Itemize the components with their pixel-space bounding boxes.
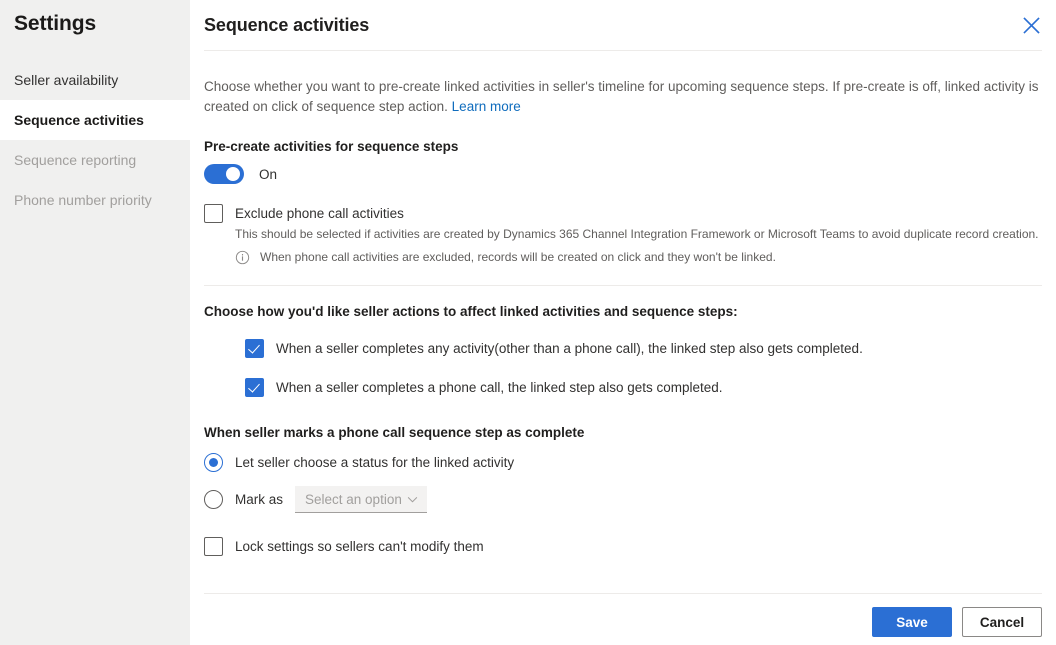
precreate-section-label: Pre-create activities for sequence steps bbox=[204, 139, 459, 154]
radio-let-seller-choose[interactable] bbox=[204, 453, 223, 472]
precreate-toggle-row: On bbox=[204, 164, 1042, 184]
radio-let-seller-choose-row: Let seller choose a status for the linke… bbox=[204, 453, 1042, 472]
panel-description: Choose whether you want to pre-create li… bbox=[204, 51, 1042, 117]
seller-action-option-phone-call-label: When a seller completes a phone call, th… bbox=[276, 380, 723, 395]
settings-main-panel: Sequence activities Choose whether you w… bbox=[190, 0, 1056, 645]
page-title: Sequence activities bbox=[204, 14, 370, 35]
lock-settings-checkbox[interactable] bbox=[204, 537, 223, 556]
sidebar-item-label: Sequence activities bbox=[14, 112, 144, 128]
status-select-value: Select an option bbox=[305, 491, 402, 507]
status-select[interactable]: Select an option bbox=[295, 486, 428, 513]
seller-action-option-phone-call-row: When a seller completes a phone call, th… bbox=[245, 378, 1042, 397]
close-button[interactable] bbox=[1016, 10, 1046, 40]
radio-mark-as-row: Mark as Select an option bbox=[204, 486, 1042, 513]
precreate-toggle[interactable] bbox=[204, 164, 244, 184]
cancel-button[interactable]: Cancel bbox=[962, 607, 1042, 637]
sidebar-item-sequence-reporting[interactable]: Sequence reporting bbox=[0, 140, 190, 180]
sidebar-item-label: Phone number priority bbox=[14, 192, 152, 208]
settings-sidebar: Settings Seller availability Sequence ac… bbox=[0, 0, 190, 645]
panel-header: Sequence activities bbox=[190, 0, 1056, 50]
sidebar-item-label: Seller availability bbox=[14, 72, 119, 88]
radio-mark-as[interactable] bbox=[204, 490, 223, 509]
toggle-knob bbox=[226, 167, 240, 181]
panel-content: Choose whether you want to pre-create li… bbox=[190, 51, 1056, 556]
footer-buttons: Save Cancel bbox=[190, 594, 1056, 637]
save-button[interactable]: Save bbox=[872, 607, 952, 637]
settings-dialog: Settings Seller availability Sequence ac… bbox=[0, 0, 1056, 645]
sidebar-item-phone-number-priority[interactable]: Phone number priority bbox=[0, 180, 190, 220]
exclude-phone-call-checkbox[interactable] bbox=[204, 204, 223, 223]
lock-settings-label: Lock settings so sellers can't modify th… bbox=[235, 539, 484, 554]
panel-description-text: Choose whether you want to pre-create li… bbox=[204, 79, 1039, 114]
exclude-phone-call-row: Exclude phone call activities bbox=[204, 204, 1042, 223]
seller-actions-heading: Choose how you'd like seller actions to … bbox=[204, 304, 738, 319]
close-icon bbox=[1022, 16, 1040, 34]
learn-more-link[interactable]: Learn more bbox=[452, 99, 521, 114]
section-divider bbox=[204, 285, 1042, 286]
seller-action-option-any-activity-label: When a seller completes any activity(oth… bbox=[276, 341, 863, 356]
sidebar-item-label: Sequence reporting bbox=[14, 152, 137, 168]
precreate-toggle-label: On bbox=[259, 166, 278, 182]
lock-settings-row: Lock settings so sellers can't modify th… bbox=[204, 537, 1042, 556]
exclude-info-line: When phone call activities are excluded,… bbox=[235, 249, 1042, 265]
sidebar-title: Settings bbox=[14, 12, 97, 35]
seller-action-option-any-activity-checkbox[interactable] bbox=[245, 339, 264, 358]
sidebar-nav-list: Seller availability Sequence activities … bbox=[0, 60, 190, 220]
radio-mark-as-label: Mark as bbox=[235, 492, 284, 507]
dialog-footer: Save Cancel bbox=[190, 593, 1056, 645]
chevron-down-icon bbox=[407, 496, 418, 502]
radio-let-seller-choose-label: Let seller choose a status for the linke… bbox=[235, 455, 515, 470]
seller-action-option-phone-call-checkbox[interactable] bbox=[245, 378, 264, 397]
seller-action-option-any-activity-row: When a seller completes any activity(oth… bbox=[245, 339, 1042, 358]
exclude-phone-call-label: Exclude phone call activities bbox=[235, 206, 404, 221]
sidebar-item-seller-availability[interactable]: Seller availability bbox=[0, 60, 190, 100]
phone-call-complete-heading: When seller marks a phone call sequence … bbox=[204, 425, 585, 440]
info-icon bbox=[235, 250, 250, 265]
exclude-phone-call-fineprint: This should be selected if activities ar… bbox=[235, 227, 1039, 241]
exclude-info-text: When phone call activities are excluded,… bbox=[260, 250, 776, 264]
sidebar-item-sequence-activities[interactable]: Sequence activities bbox=[0, 100, 190, 140]
